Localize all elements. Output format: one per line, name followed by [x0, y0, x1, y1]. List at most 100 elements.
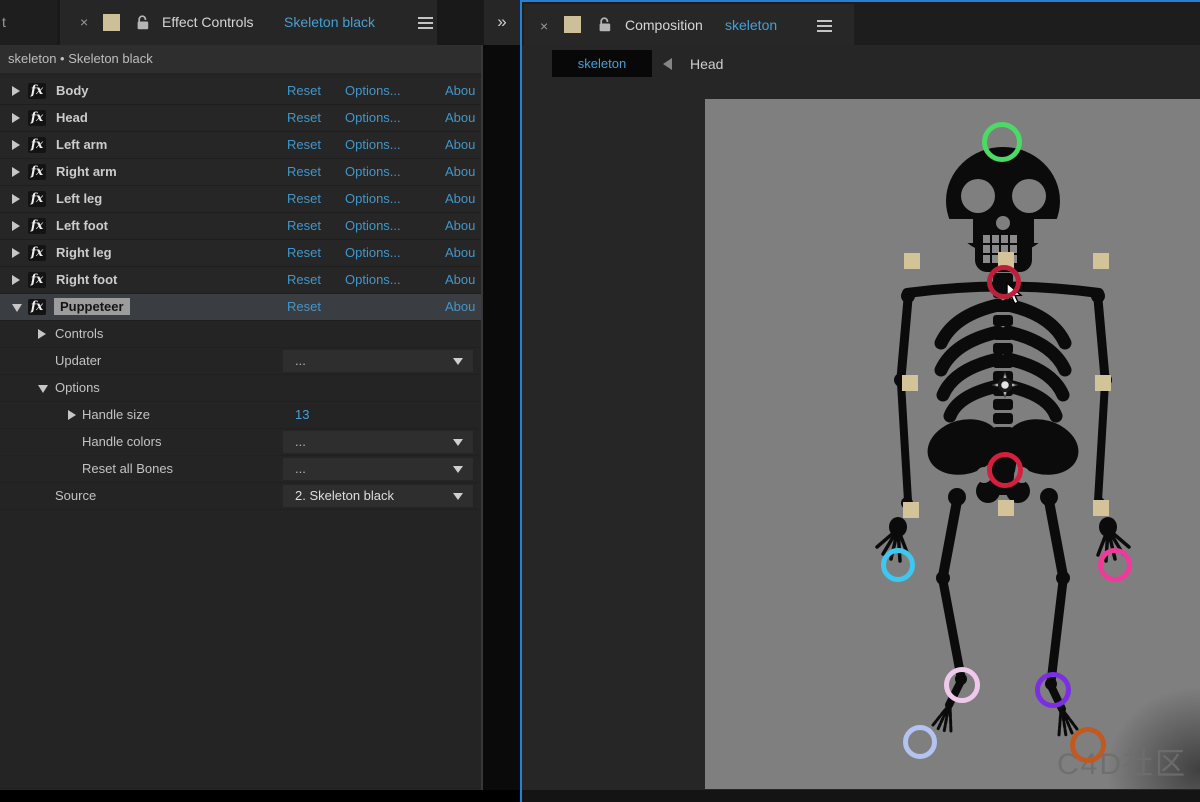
effect-controls-tab[interactable]: × Effect Controls Skeleton black	[60, 0, 437, 45]
property-row-source[interactable]: Source 2. Skeleton black	[0, 483, 481, 510]
effect-row-left-leg[interactable]: fx Left leg Reset Options... Abou	[0, 186, 481, 213]
reset-link[interactable]: Reset	[287, 245, 321, 260]
panel-color-swatch	[103, 14, 120, 31]
about-link[interactable]: Abou	[445, 299, 475, 314]
fx-icon[interactable]: fx	[28, 218, 46, 234]
unlock-icon[interactable]	[598, 17, 612, 36]
expand-triangle-icon[interactable]	[12, 221, 20, 231]
effect-name: Left arm	[56, 137, 107, 152]
tab-title: Composition	[625, 4, 703, 47]
composition-navbar: skeleton Head	[522, 45, 1200, 83]
options-link[interactable]: Options...	[345, 164, 401, 179]
effect-row-body[interactable]: fx Body Reset Options... Abou	[0, 78, 481, 105]
fx-icon[interactable]: fx	[28, 137, 46, 153]
composition-viewer[interactable]: C4D社区	[522, 83, 1200, 790]
dropdown-caret-icon[interactable]	[453, 493, 463, 500]
property-value[interactable]: ...	[283, 458, 473, 480]
fx-icon[interactable]: fx	[28, 191, 46, 207]
options-link[interactable]: Options...	[345, 218, 401, 233]
effect-row-left-arm[interactable]: fx Left arm Reset Options... Abou	[0, 132, 481, 159]
options-link[interactable]: Options...	[345, 272, 401, 287]
options-link[interactable]: Options...	[345, 191, 401, 206]
options-link[interactable]: Options...	[345, 83, 401, 98]
reset-link[interactable]: Reset	[287, 110, 321, 125]
current-layer-label: Head	[690, 45, 723, 83]
composition-canvas[interactable]: C4D社区	[705, 99, 1200, 789]
property-value-text: 2. Skeleton black	[295, 485, 394, 507]
dropdown-caret-icon[interactable]	[453, 439, 463, 446]
reset-link[interactable]: Reset	[287, 191, 321, 206]
property-value[interactable]: 13	[283, 404, 473, 426]
about-link[interactable]: Abou	[445, 137, 475, 152]
panel-menu-icon[interactable]	[817, 20, 832, 32]
tab-target-layer[interactable]: Skeleton black	[284, 0, 375, 45]
close-icon[interactable]: ×	[540, 4, 548, 49]
expand-triangle-icon[interactable]	[12, 194, 20, 204]
fx-icon[interactable]: fx	[28, 272, 46, 288]
effect-row-right-leg[interactable]: fx Right leg Reset Options... Abou	[0, 240, 481, 267]
fx-icon[interactable]: fx	[28, 110, 46, 126]
collapse-triangle-icon[interactable]	[12, 304, 22, 312]
about-link[interactable]: Abou	[445, 245, 475, 260]
property-value[interactable]: ...	[283, 431, 473, 453]
options-link[interactable]: Options...	[345, 137, 401, 152]
about-link[interactable]: Abou	[445, 83, 475, 98]
effect-name: Right leg	[56, 245, 112, 260]
about-link[interactable]: Abou	[445, 272, 475, 287]
effect-row-right-arm[interactable]: fx Right arm Reset Options... Abou	[0, 159, 481, 186]
property-row-handle-colors[interactable]: Handle colors ...	[0, 429, 481, 456]
effect-name-puppeteer: Puppeteer	[54, 298, 130, 315]
reset-link[interactable]: Reset	[287, 299, 321, 314]
expand-triangle-icon[interactable]	[12, 113, 20, 123]
dropdown-caret-icon[interactable]	[453, 358, 463, 365]
fx-icon[interactable]: fx	[28, 245, 46, 261]
property-label: Source	[55, 488, 96, 503]
unlock-icon[interactable]	[136, 15, 150, 34]
property-value[interactable]: ...	[283, 350, 473, 372]
comp-breadcrumb-button[interactable]: skeleton	[552, 50, 652, 77]
about-link[interactable]: Abou	[445, 110, 475, 125]
effect-row-puppeteer[interactable]: fx Puppeteer Reset Abou	[0, 294, 481, 321]
fx-icon[interactable]: fx	[28, 299, 46, 315]
tab-overflow-button[interactable]: »	[484, 0, 520, 45]
about-link[interactable]: Abou	[445, 191, 475, 206]
expand-triangle-icon[interactable]	[12, 167, 20, 177]
fx-icon[interactable]: fx	[28, 164, 46, 180]
about-link[interactable]: Abou	[445, 164, 475, 179]
property-row-updater[interactable]: Updater ...	[0, 348, 481, 375]
reset-link[interactable]: Reset	[287, 137, 321, 152]
property-row-reset-all-bones[interactable]: Reset all Bones ...	[0, 456, 481, 483]
reset-link[interactable]: Reset	[287, 83, 321, 98]
about-link[interactable]: Abou	[445, 218, 475, 233]
back-arrow-icon[interactable]	[663, 58, 672, 70]
composition-tab[interactable]: × Composition skeleton	[524, 4, 854, 47]
effect-row-left-foot[interactable]: fx Left foot Reset Options... Abou	[0, 213, 481, 240]
options-link[interactable]: Options...	[345, 110, 401, 125]
property-label: Handle colors	[82, 434, 162, 449]
fx-icon[interactable]: fx	[28, 83, 46, 99]
reset-link[interactable]: Reset	[287, 218, 321, 233]
property-triangle-icon[interactable]	[38, 385, 48, 393]
property-triangle-icon[interactable]	[68, 410, 76, 420]
effect-row-right-foot[interactable]: fx Right foot Reset Options... Abou	[0, 267, 481, 294]
property-value[interactable]: 2. Skeleton black	[283, 485, 473, 507]
partial-tab[interactable]: t	[0, 0, 57, 45]
effect-name: Right foot	[56, 272, 117, 287]
panel-menu-icon[interactable]	[418, 17, 433, 29]
effect-row-head[interactable]: fx Head Reset Options... Abou	[0, 105, 481, 132]
expand-triangle-icon[interactable]	[12, 275, 20, 285]
tab-target-comp[interactable]: skeleton	[725, 4, 777, 47]
property-row-controls[interactable]: Controls	[0, 321, 481, 348]
expand-triangle-icon[interactable]	[12, 86, 20, 96]
property-row-handle-size[interactable]: Handle size 13	[0, 402, 481, 429]
reset-link[interactable]: Reset	[287, 164, 321, 179]
property-row-options[interactable]: Options	[0, 375, 481, 402]
options-link[interactable]: Options...	[345, 245, 401, 260]
property-triangle-icon[interactable]	[38, 329, 46, 339]
effect-name: Head	[56, 110, 88, 125]
dropdown-caret-icon[interactable]	[453, 466, 463, 473]
expand-triangle-icon[interactable]	[12, 140, 20, 150]
close-icon[interactable]: ×	[80, 0, 88, 45]
reset-link[interactable]: Reset	[287, 272, 321, 287]
expand-triangle-icon[interactable]	[12, 248, 20, 258]
